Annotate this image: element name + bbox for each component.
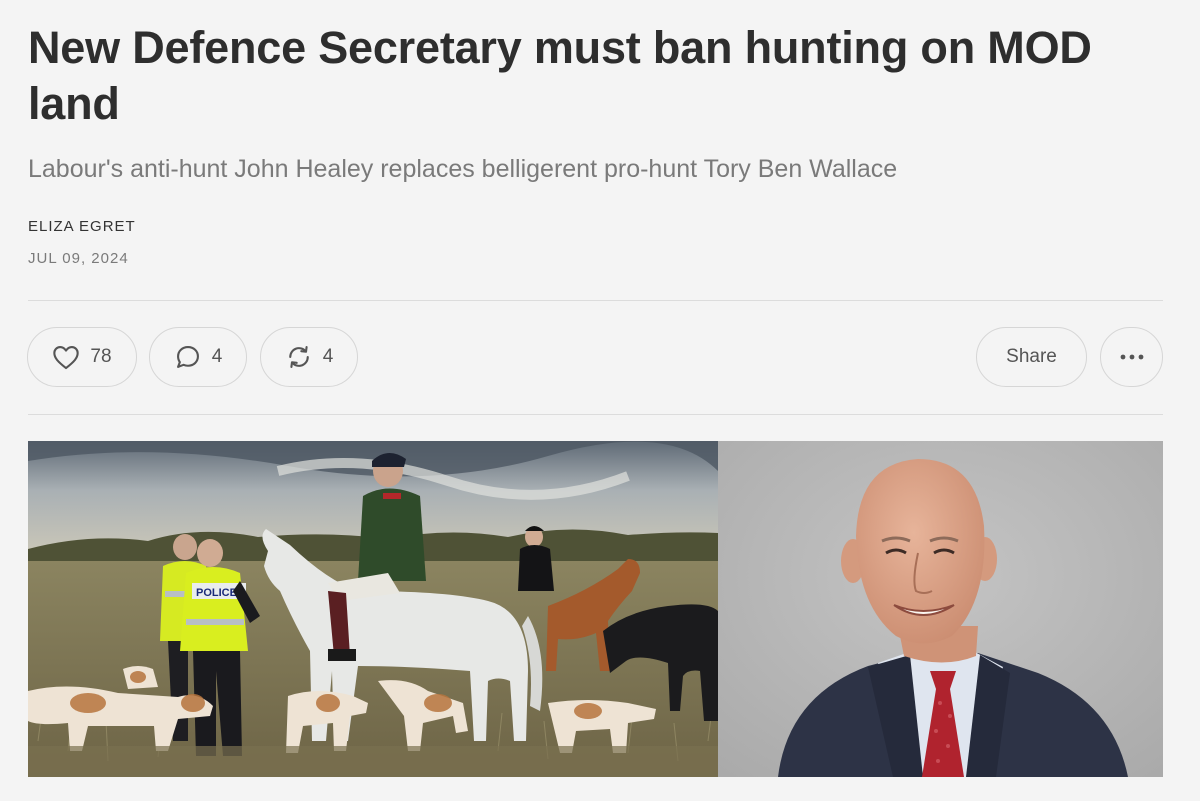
more-options-button[interactable] (1100, 327, 1163, 387)
divider-top (28, 300, 1163, 301)
ellipsis-icon (1119, 354, 1145, 360)
restack-button[interactable]: 4 (260, 327, 358, 387)
hunt-scene-photo: POLICE (28, 441, 718, 777)
divider-bottom (28, 414, 1163, 415)
author-name[interactable]: ELIZA EGRET (28, 218, 136, 235)
comment-count: 4 (211, 346, 223, 367)
heart-icon (52, 344, 80, 370)
restack-count: 4 (322, 346, 334, 367)
police-vest-text: POLICE (196, 587, 237, 599)
portrait-photo (718, 441, 1163, 777)
article-title: New Defence Secretary must ban hunting o… (28, 22, 1092, 129)
like-button[interactable]: 78 (27, 327, 137, 387)
share-button[interactable]: Share (976, 327, 1087, 387)
restack-icon (285, 343, 313, 371)
comment-button[interactable]: 4 (149, 327, 247, 387)
comment-icon (174, 343, 202, 371)
article-subtitle: Labour's anti-hunt John Healey replaces … (28, 155, 898, 183)
like-count: 78 (90, 346, 112, 367)
publish-date: JUL 09, 2024 (28, 250, 129, 267)
